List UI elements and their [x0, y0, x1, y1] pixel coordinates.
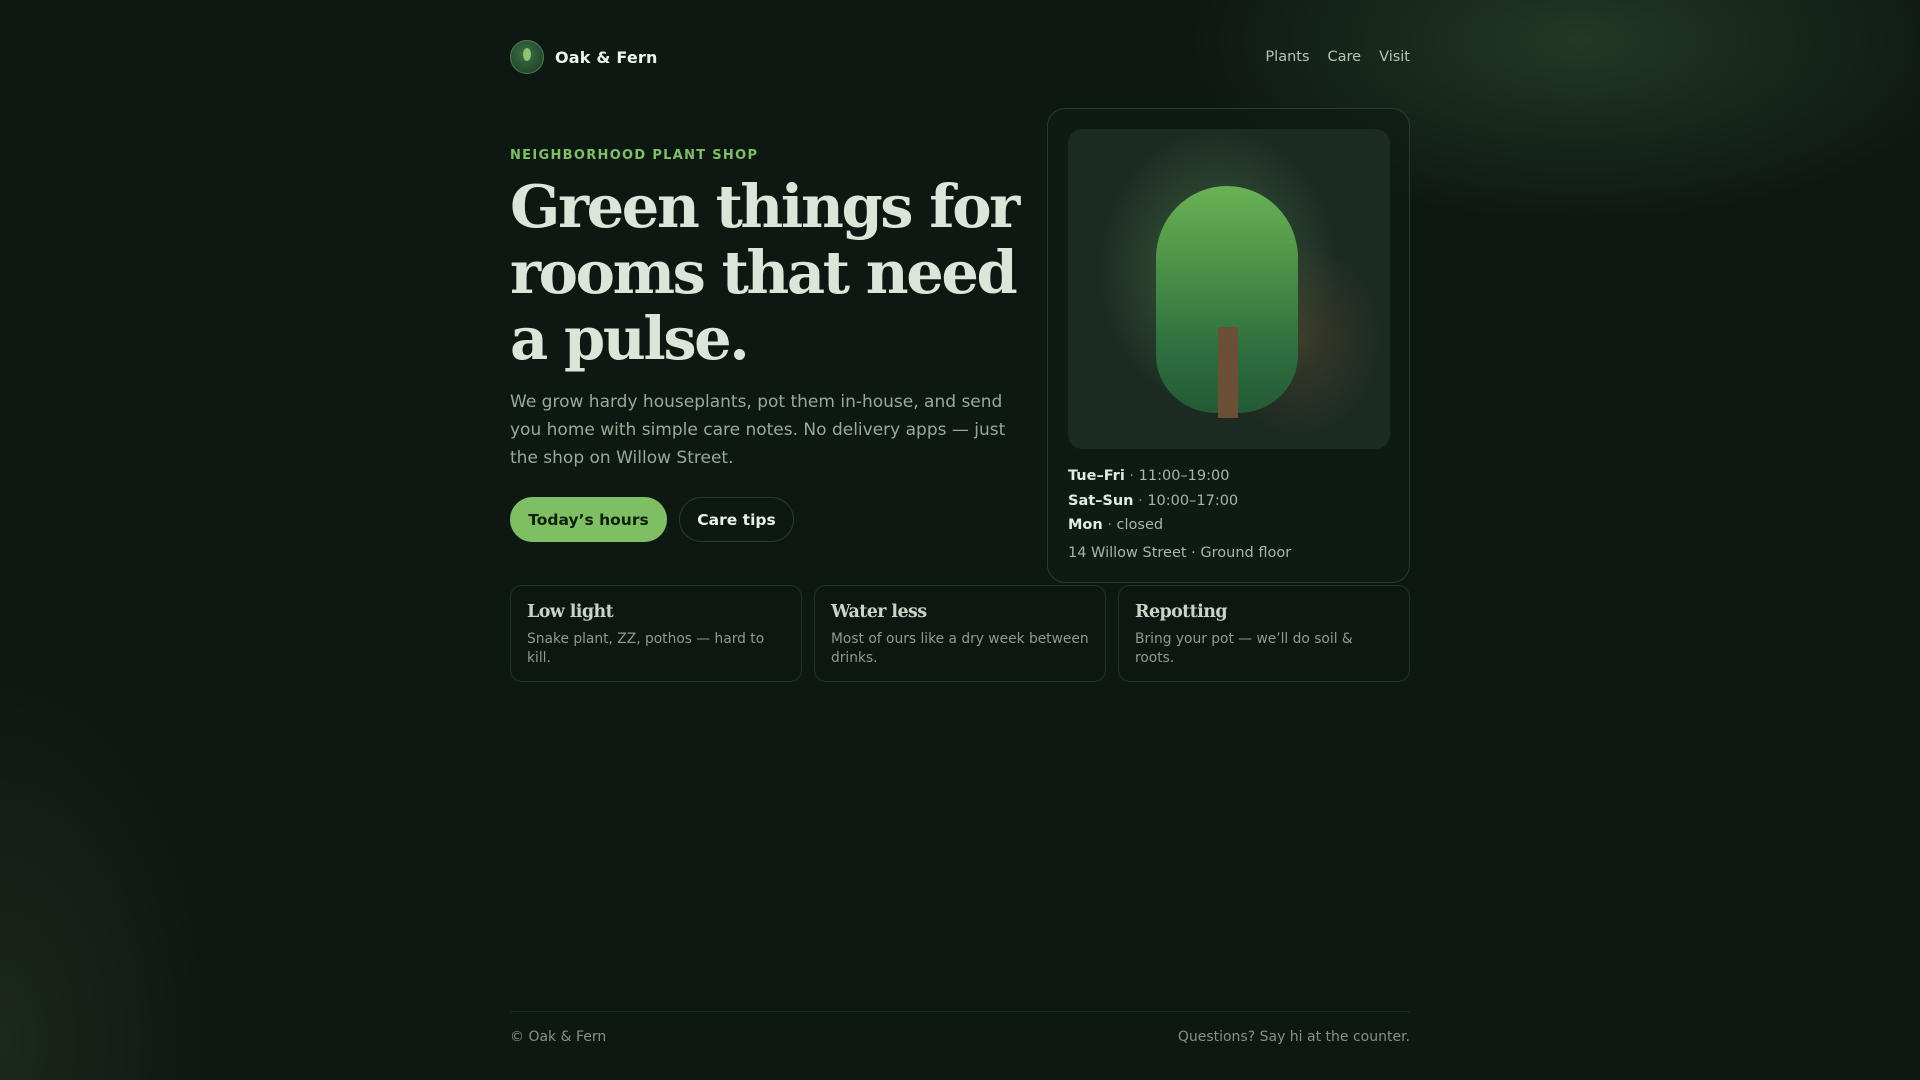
feature-title: Water less: [831, 602, 927, 622]
nav-link-visit[interactable]: Visit: [1379, 49, 1410, 65]
feature-text: Bring your pot — we’ll do soil & roots.: [1135, 631, 1353, 666]
hero-actions: Today’s hours Care tips: [510, 497, 794, 542]
leaf-icon: [510, 40, 544, 74]
opening-hours: Tue–Fri · 11:00–19:00 Sat–Sun · 10:00–17…: [1068, 464, 1390, 538]
feature-tile-repotting: Repotting Bring your pot — we’ll do soil…: [1118, 585, 1410, 682]
hours-separator: ·: [1129, 468, 1135, 484]
feature-title: Repotting: [1135, 602, 1228, 622]
hours-row: Mon · closed: [1068, 513, 1390, 538]
hours-time: closed: [1116, 517, 1164, 533]
site-header: Oak & Fern Plants Care Visit: [510, 39, 1410, 75]
page: Oak & Fern Plants Care Visit NEIGHBORHOO…: [0, 0, 1920, 1080]
hero-description: We grow hardy houseplants, pot them in-h…: [510, 392, 1006, 468]
feature-tile-water-less: Water less Most of ours like a dry week …: [814, 585, 1106, 682]
tree-icon: [1068, 129, 1390, 449]
feature-title: Low light: [527, 602, 614, 622]
todays-hours-button[interactable]: Today’s hours: [510, 497, 667, 542]
nav-link-plants[interactable]: Plants: [1265, 49, 1309, 65]
hours-time: 10:00–17:00: [1147, 492, 1239, 509]
feature-tile-low-light: Low light Snake plant, ZZ, pothos — hard…: [510, 585, 802, 682]
hero-headline: Green things for rooms that need a pulse…: [510, 172, 1020, 373]
tree-trunk: [1218, 327, 1238, 418]
main-nav: Plants Care Visit: [1247, 39, 1410, 75]
hours-day: Sat–Sun: [1068, 492, 1134, 509]
care-tips-button[interactable]: Care tips: [679, 497, 794, 542]
hours-time: 11:00–19:00: [1138, 468, 1230, 484]
feature-text: Snake plant, ZZ, pothos — hard to kill.: [527, 631, 765, 666]
hours-row: Sat–Sun · 10:00–17:00: [1068, 489, 1390, 514]
hours-separator: ·: [1107, 517, 1112, 533]
brand-name: Oak & Fern: [555, 47, 658, 67]
hero-eyebrow: NEIGHBORHOOD PLANT SHOP: [510, 148, 759, 163]
shop-address: 14 Willow Street · Ground floor: [1068, 545, 1292, 561]
feature-text: Most of ours like a dry week between dri…: [831, 631, 1089, 666]
leaf-shape: [523, 48, 531, 61]
hours-card: Tue–Fri · 11:00–19:00 Sat–Sun · 10:00–17…: [1047, 108, 1410, 583]
footer-note: Questions? Say hi at the counter.: [1177, 1029, 1410, 1045]
footer-copyright: © Oak & Fern: [510, 1029, 607, 1045]
hours-day: Tue–Fri: [1068, 468, 1125, 484]
feature-tiles: Low light Snake plant, ZZ, pothos — hard…: [510, 585, 1410, 682]
nav-link-care[interactable]: Care: [1328, 49, 1362, 65]
brand[interactable]: Oak & Fern: [510, 39, 658, 75]
hours-day: Mon: [1068, 517, 1103, 533]
page-container: Oak & Fern Plants Care Visit NEIGHBORHOO…: [510, 0, 1410, 1080]
hours-row: Tue–Fri · 11:00–19:00: [1068, 464, 1390, 489]
site-footer: © Oak & Fern Questions? Say hi at the co…: [510, 1011, 1410, 1045]
hours-separator: ·: [1138, 492, 1143, 509]
